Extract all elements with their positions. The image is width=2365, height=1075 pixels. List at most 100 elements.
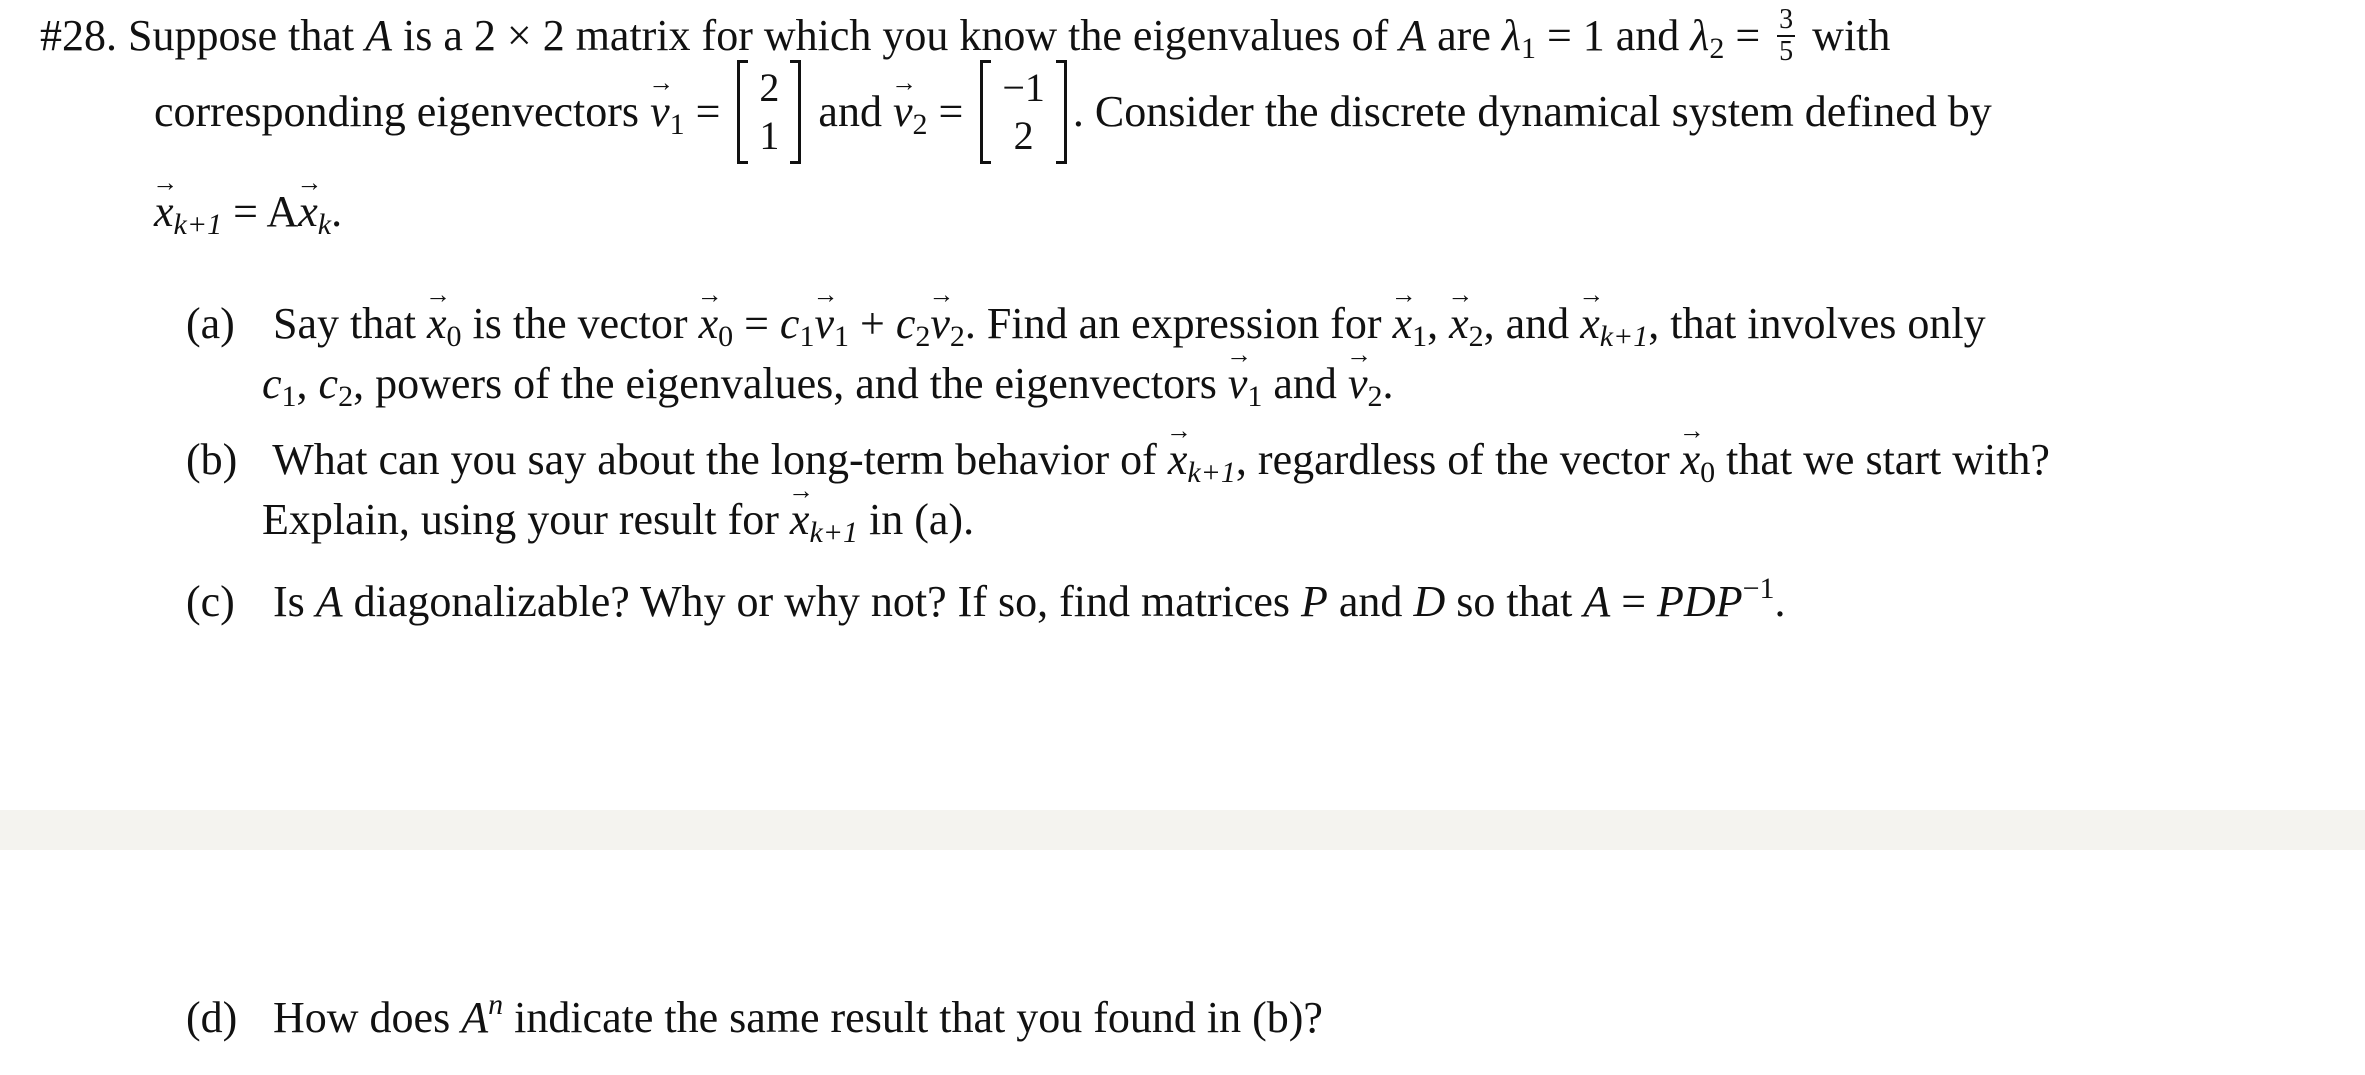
text-fragment: , powers of the eigenvalues, and the eig… (353, 359, 1217, 408)
text-fragment: , regardless of the vector (1235, 435, 1670, 484)
text-fragment: A (365, 11, 392, 61)
text-fragment: 0 (718, 320, 734, 353)
text-fragment: Explain, using your result for (262, 495, 779, 544)
text-fragment: diagonalizable? Why or why not? If so, f… (353, 577, 1291, 626)
text-fragment: 1 (1247, 380, 1263, 413)
text-fragment: with (1812, 11, 1891, 61)
text-fragment: 2 (912, 108, 928, 142)
text-fragment: , and (1483, 299, 1570, 348)
text-fragment: are (1437, 11, 1491, 61)
part-d-line-1: (d) How does An indicate the same result… (186, 990, 1323, 1040)
text-fragment: x (790, 498, 810, 542)
text-fragment: = 1 and (1546, 11, 1680, 61)
text-fragment: , that involves only (1648, 299, 1986, 348)
text-fragment: 0 (446, 320, 462, 353)
part-a-line-1: (a) Say that x0 is the vector x0 = c1v1 … (186, 302, 1986, 352)
text-fragment: 2 (1367, 380, 1383, 413)
text-fragment: x (1168, 438, 1188, 482)
text-fragment: A (315, 577, 343, 626)
text-fragment: 2 (915, 320, 931, 353)
text-fragment: Say that (273, 299, 416, 348)
text-fragment: 1 (759, 113, 780, 158)
text-fragment: c (318, 359, 339, 408)
text-fragment: −1 (1002, 65, 1045, 110)
text-fragment: , (296, 359, 308, 408)
text-fragment: is the vector (472, 299, 688, 348)
text-fragment: x (298, 190, 318, 234)
text-fragment: c (895, 299, 916, 348)
text-fragment: c (779, 299, 800, 348)
text-fragment: x (1681, 438, 1701, 482)
text-fragment: x (427, 302, 447, 346)
text-fragment: = (1735, 11, 1761, 61)
system-equation: xk+1 = Axk. (154, 190, 342, 240)
part-d-label: (d) (186, 993, 238, 1042)
lambda-2: λ2 (1690, 11, 1724, 64)
text-fragment: Is (273, 577, 305, 626)
text-fragment: D (1413, 577, 1446, 626)
text-fragment: x (1393, 302, 1413, 346)
text-fragment: A (1399, 11, 1427, 61)
text-fragment: λ (1501, 11, 1521, 61)
text-fragment: + (859, 299, 885, 348)
text-fragment: How does (273, 993, 451, 1042)
v1-matrix: 2 1 (737, 60, 802, 164)
v2-matrix: −1 2 (980, 60, 1067, 164)
text-fragment: k+1 (173, 208, 223, 241)
text-fragment: , (1427, 299, 1439, 348)
text-fragment: . (331, 187, 343, 236)
text-fragment: = (744, 299, 769, 348)
text-fragment: . (1382, 359, 1394, 408)
v2: v2 (893, 87, 928, 140)
text-fragment: 1 (1412, 320, 1428, 353)
text-fragment: . Consider the discrete dynamical system… (1072, 87, 1992, 137)
text-fragment: indicate the same result that you found … (514, 993, 1323, 1042)
page-1: #28. Suppose that A is a 2 × 2 matrix fo… (0, 0, 2365, 810)
lambda-1: λ1 (1501, 11, 1536, 64)
part-a-line-2: c1, c2, powers of the eigenvalues, and t… (262, 362, 1393, 412)
problem-statement-line-1: #28. Suppose that A is a 2 × 2 matrix fo… (40, 6, 1891, 70)
text-fragment: 2 (1709, 32, 1725, 66)
text-fragment: = A (222, 187, 299, 236)
text-fragment: and (1338, 577, 1403, 626)
text-fragment: k+1 (1187, 456, 1236, 489)
text-fragment: A (1583, 577, 1611, 626)
text-fragment: corresponding eigenvectors (154, 87, 640, 137)
text-fragment: 1 (833, 320, 849, 353)
part-b-line-2: Explain, using your result for xk+1 in (… (262, 498, 974, 548)
text-fragment: n (488, 988, 504, 1021)
text-fragment: v (930, 302, 950, 346)
text-fragment: x (1580, 302, 1600, 346)
text-fragment: 5 (1779, 36, 1794, 67)
text-fragment: = (1621, 577, 1647, 626)
text-fragment: A (461, 993, 489, 1042)
text-fragment: = (938, 87, 964, 137)
text-fragment: 3 (1777, 4, 1796, 37)
v1: v1 (650, 87, 685, 140)
text-fragment: 2 (338, 380, 354, 413)
text-fragment: and (818, 87, 882, 137)
part-c-line-1: (c) Is A diagonalizable? Why or why not?… (186, 574, 1786, 624)
part-b-label: (b) (186, 435, 238, 484)
text-fragment: −1 (1742, 572, 1775, 605)
text-fragment: v (814, 302, 834, 346)
text-fragment: x (154, 190, 174, 234)
text-fragment: 1 (281, 380, 297, 413)
part-a-label: (a) (186, 299, 235, 348)
text-fragment: k (317, 208, 332, 241)
text-fragment: . Find an expression for (964, 299, 1382, 348)
text-fragment: 2 (949, 320, 965, 353)
text-fragment: and (1273, 359, 1337, 408)
text-fragment: Suppose that (128, 11, 355, 61)
text-fragment: k+1 (1599, 320, 1649, 353)
text-fragment: PDP (1657, 577, 1743, 626)
text-fragment: v (1228, 362, 1248, 406)
page-2: (d) How does An indicate the same result… (0, 850, 2365, 1075)
text-fragment: c (262, 359, 282, 408)
text-fragment: so that (1456, 577, 1573, 626)
text-fragment: in (a). (869, 495, 975, 544)
text-fragment: . (1774, 577, 1786, 626)
problem-statement-line-2: corresponding eigenvectors v1 = 2 1 and … (154, 60, 1992, 164)
text-fragment: P (1301, 577, 1328, 626)
text-fragment: v (650, 90, 670, 134)
